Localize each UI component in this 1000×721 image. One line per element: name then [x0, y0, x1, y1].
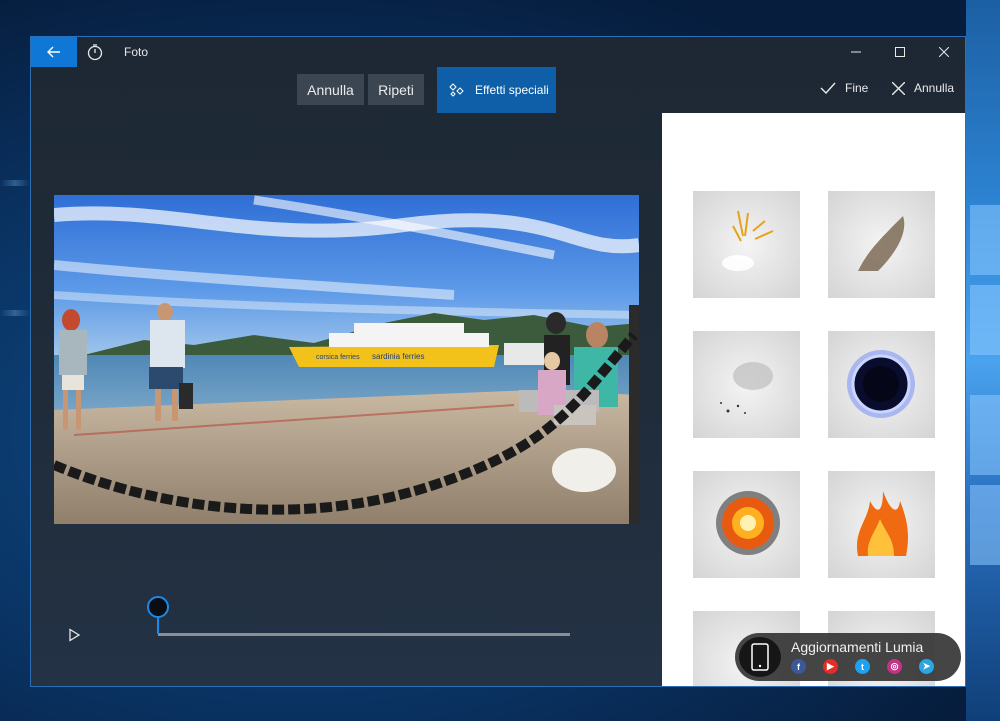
back-button[interactable]: [31, 37, 77, 67]
effect-thumbnail-sparks[interactable]: [693, 191, 800, 298]
watermark-text: Aggiornamenti Lumia: [791, 639, 924, 655]
redo-label: Ripeti: [378, 81, 414, 98]
sparks-effect-icon: [722, 210, 774, 271]
redo-button[interactable]: Ripeti: [368, 74, 424, 105]
smoke-burst-effect-icon: [858, 216, 905, 271]
timer-icon[interactable]: [86, 43, 104, 61]
debris-effect-icon: [720, 362, 773, 414]
back-arrow-icon: [47, 46, 60, 58]
title-bar: Foto: [31, 37, 965, 67]
undo-button[interactable]: Annulla: [297, 74, 364, 105]
desktop-windows-logo: [966, 0, 1000, 721]
effects-label: Effetti speciali: [475, 83, 549, 97]
play-icon[interactable]: [67, 628, 81, 642]
ferry-text-left: corsica ferries: [316, 354, 360, 361]
portal-effect-icon: [847, 350, 915, 418]
fire-effect-icon: [856, 491, 908, 556]
close-icon: [939, 47, 949, 57]
harbor-photo-image: corsica ferries sardinia ferries: [54, 195, 639, 524]
window-title: Foto: [124, 45, 149, 59]
ferry-text-right: sardinia ferries: [372, 352, 424, 361]
done-label: Fine: [845, 81, 869, 95]
phone-logo-icon: [737, 635, 783, 679]
effect-thumbnail-smoke-burst[interactable]: [828, 191, 935, 298]
facebook-icon[interactable]: f: [791, 659, 806, 674]
done-button[interactable]: Fine: [820, 81, 868, 95]
cancel-label: Annulla: [914, 81, 955, 95]
close-button[interactable]: [922, 37, 965, 67]
maximize-icon: [895, 47, 905, 57]
photos-app-window: Foto Annulla Ripeti Effetti speciali Fin…: [30, 36, 966, 687]
photo-preview[interactable]: corsica ferries sardinia ferries: [54, 195, 639, 524]
effect-thumbnail-portal[interactable]: [828, 331, 935, 438]
minimize-button[interactable]: [834, 37, 878, 67]
effects-panel: [662, 113, 965, 686]
watermark-badge: Aggiornamenti Lumia f ▶ t ◎ ➤: [735, 633, 961, 681]
effect-thumbnail-fire[interactable]: [828, 471, 935, 578]
instagram-icon[interactable]: ◎: [887, 659, 902, 674]
minimize-icon: [851, 51, 861, 53]
effects-icon: [449, 83, 464, 97]
cancel-x-icon: [892, 81, 905, 95]
telegram-icon[interactable]: ➤: [919, 659, 934, 674]
special-effects-button[interactable]: Effetti speciali: [437, 67, 556, 113]
effect-thumbnail-debris[interactable]: [693, 331, 800, 438]
maximize-button[interactable]: [878, 37, 922, 67]
timeline-playhead-handle[interactable]: [147, 596, 169, 618]
twitter-icon[interactable]: t: [855, 659, 870, 674]
timeline-playhead-stem: [157, 617, 159, 634]
timeline-track[interactable]: [158, 633, 570, 636]
youtube-icon[interactable]: ▶: [823, 659, 838, 674]
desktop-light-ray: [0, 310, 30, 316]
cancel-button[interactable]: Annulla: [892, 81, 954, 95]
checkmark-icon: [820, 82, 836, 94]
effect-thumbnail-explosion[interactable]: [693, 471, 800, 578]
desktop-light-ray: [0, 180, 30, 186]
undo-label: Annulla: [307, 81, 354, 98]
explosion-effect-icon: [716, 491, 780, 555]
